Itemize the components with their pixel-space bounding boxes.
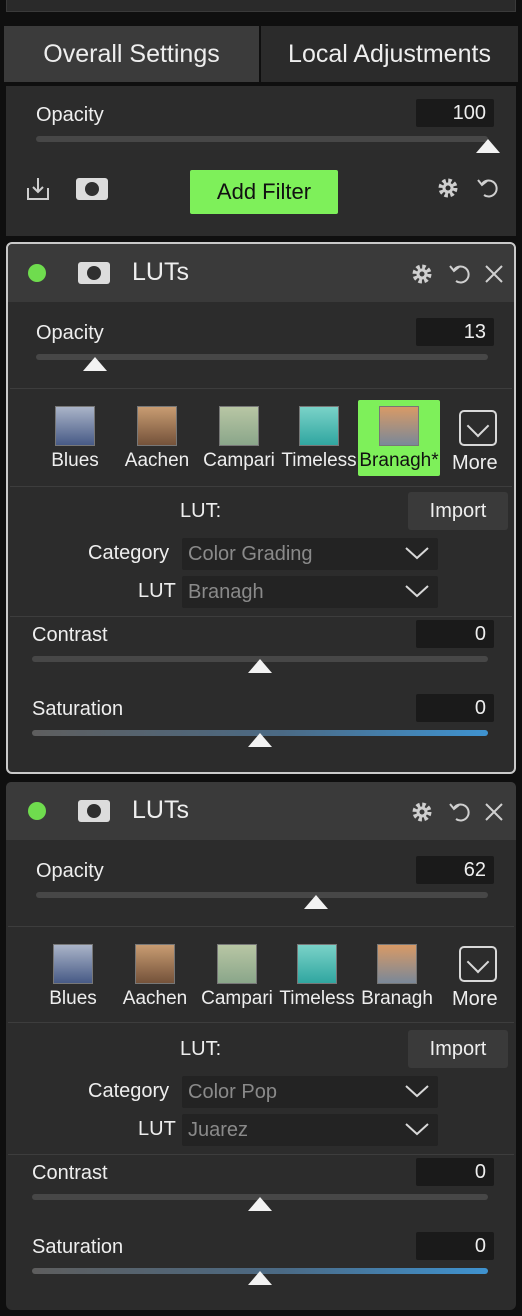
lut-preset-thumbnail (219, 406, 259, 446)
divider (10, 616, 512, 617)
category-label: Category (88, 1080, 170, 1102)
lut-label: LUT (138, 580, 176, 602)
lut-preset-thumbnail (377, 944, 417, 984)
opacity-slider-track[interactable] (36, 892, 488, 898)
reset-icon[interactable] (476, 176, 502, 200)
contrast-value[interactable]: 0 (416, 1158, 494, 1186)
opacity-label: Opacity (36, 860, 104, 882)
divider (8, 926, 514, 927)
lut-select[interactable]: Branagh (182, 576, 438, 608)
saturation-label: Saturation (32, 698, 124, 720)
lut-heading: LUT: (180, 500, 222, 522)
lut-preset[interactable]: Blues (34, 400, 116, 476)
saturation-slider-thumb[interactable] (248, 1271, 272, 1285)
category-select[interactable]: Color Pop (182, 1076, 438, 1108)
lut-preset[interactable]: Aachen (116, 400, 198, 476)
chevron-down-icon (405, 1123, 429, 1136)
opacity-label: Opacity (36, 322, 104, 344)
gear-icon[interactable] (410, 800, 434, 824)
opacity-value[interactable]: 13 (416, 318, 494, 346)
opacity-value[interactable]: 62 (416, 856, 494, 884)
category-value: Color Pop (188, 1081, 277, 1103)
lut-preset-thumbnail (53, 944, 93, 984)
top-strip (6, 0, 516, 12)
chevron-down-icon (405, 547, 429, 560)
filter-enabled-toggle[interactable] (28, 264, 46, 282)
more-presets-icon[interactable] (459, 410, 497, 446)
close-icon[interactable] (483, 263, 505, 285)
more-presets-label[interactable]: More (452, 452, 498, 475)
saturation-slider-thumb[interactable] (248, 733, 272, 747)
filter-title: LUTs (132, 258, 189, 286)
category-label: Category (88, 542, 170, 564)
lut-preset[interactable]: Branagh* (358, 400, 440, 476)
gear-icon[interactable] (436, 176, 460, 200)
lut-preset-label: Branagh* (359, 450, 439, 471)
lut-preset-thumbnail (297, 944, 337, 984)
lut-value: Branagh (188, 581, 264, 603)
divider (8, 1154, 514, 1155)
filter-enabled-toggle[interactable] (28, 802, 46, 820)
import-icon[interactable] (26, 176, 50, 202)
mask-icon[interactable] (76, 178, 108, 200)
reset-icon[interactable] (448, 800, 474, 824)
opacity-slider-thumb[interactable] (304, 895, 328, 909)
tab-local-adjustments[interactable]: Local Adjustments (261, 26, 518, 82)
lut-preset-thumbnail (299, 406, 339, 446)
category-select[interactable]: Color Grading (182, 538, 438, 570)
tab-overall-settings[interactable]: Overall Settings (4, 26, 259, 82)
lut-select[interactable]: Juarez (182, 1114, 438, 1146)
lut-preset[interactable]: Aachen (114, 938, 196, 1014)
saturation-value[interactable]: 0 (416, 694, 494, 722)
divider (8, 1022, 514, 1023)
divider (10, 388, 512, 389)
more-presets-icon[interactable] (459, 946, 497, 982)
mask-icon[interactable] (78, 262, 110, 284)
chevron-down-icon (405, 1085, 429, 1098)
lut-preset[interactable]: Branagh (356, 938, 438, 1014)
lut-filter-panel: LUTs Opacity 13 Blues Aachen Campari Timele… (6, 242, 516, 774)
close-icon[interactable] (483, 801, 505, 823)
opacity-slider-thumb[interactable] (476, 139, 500, 153)
reset-icon[interactable] (448, 262, 474, 286)
divider (10, 486, 512, 487)
contrast-label: Contrast (32, 1162, 108, 1184)
opacity-label: Opacity (36, 104, 104, 126)
category-value: Color Grading (188, 543, 313, 565)
lut-preset-thumbnail (135, 944, 175, 984)
lut-preset-thumbnail (217, 944, 257, 984)
saturation-label: Saturation (32, 1236, 124, 1258)
gear-icon[interactable] (410, 262, 434, 286)
lut-preset-thumbnail (379, 406, 419, 446)
contrast-value[interactable]: 0 (416, 620, 494, 648)
opacity-slider-thumb[interactable] (83, 357, 107, 371)
lut-preset-thumbnail (137, 406, 177, 446)
chevron-down-icon (405, 585, 429, 598)
add-filter-button[interactable]: Add Filter (190, 170, 338, 214)
lut-filter-panel: LUTs Opacity 62 Blues Aachen Campari Timele… (6, 782, 516, 1310)
lut-label: LUT (138, 1118, 176, 1140)
lut-preset[interactable]: Blues (32, 938, 114, 1014)
contrast-label: Contrast (32, 624, 108, 646)
opacity-slider-track[interactable] (36, 136, 488, 142)
contrast-slider-thumb[interactable] (248, 1197, 272, 1211)
more-presets-label[interactable]: More (452, 988, 498, 1011)
saturation-value[interactable]: 0 (416, 1232, 494, 1260)
import-button[interactable]: Import (408, 1030, 508, 1068)
contrast-slider-thumb[interactable] (248, 659, 272, 673)
mask-icon[interactable] (78, 800, 110, 822)
lut-value: Juarez (188, 1119, 249, 1141)
import-button[interactable]: Import (408, 492, 508, 530)
opacity-value[interactable]: 100 (416, 99, 494, 127)
lut-preset-thumbnail (55, 406, 95, 446)
lut-heading: LUT: (180, 1038, 222, 1060)
filter-title: LUTs (132, 796, 189, 824)
lut-preset-label: Branagh (361, 988, 433, 1009)
global-settings-panel: Opacity 100 Add Filter (6, 86, 516, 236)
